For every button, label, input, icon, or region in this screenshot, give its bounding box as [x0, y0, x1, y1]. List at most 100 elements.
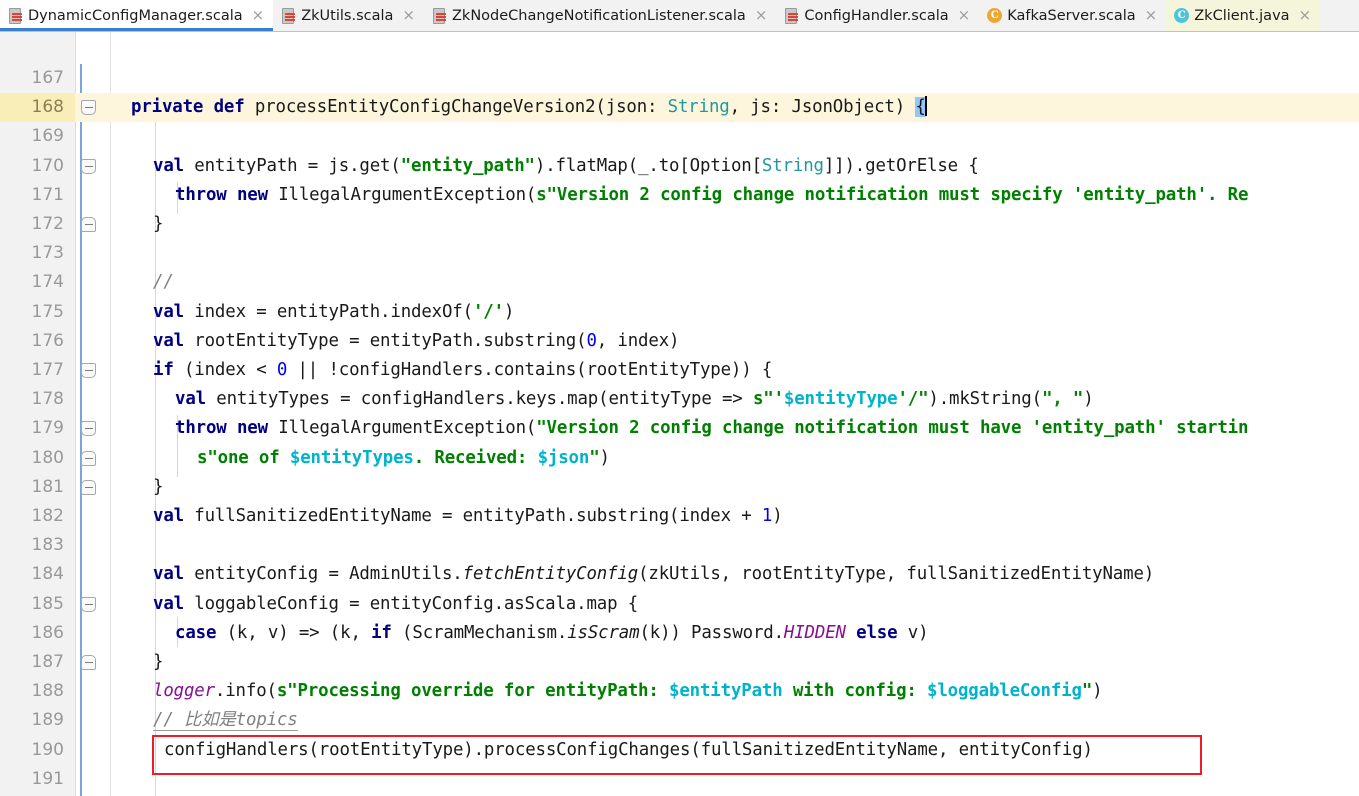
line-number: 169 — [31, 126, 64, 147]
line-content[interactable]: private def processEntityConfigChangeVer… — [131, 93, 927, 122]
code-line-annotated[interactable]: 190 configHandlers(rootEntityType).proce… — [0, 736, 1359, 765]
tab-kafkaserver-scala[interactable]: C KafkaServer.scala × — [979, 0, 1167, 31]
fold-marker-185[interactable] — [81, 596, 96, 612]
tab-label: KafkaServer.scala — [1007, 7, 1136, 24]
tab-label: ZkUtils.scala — [301, 7, 394, 24]
fold-marker-187[interactable] — [81, 655, 96, 670]
line-number: 173 — [31, 243, 64, 264]
line-number: 182 — [31, 506, 64, 526]
code-line[interactable]: 175 val index = entityPath.indexOf('/') — [0, 298, 1359, 327]
code-line[interactable]: 191 — [0, 765, 1359, 794]
line-content[interactable]: throw new IllegalArgumentException(s"Ver… — [175, 181, 1248, 210]
tab-dynamicconfigmanager-scala[interactable]: DynamicConfigManager.scala × — [0, 0, 274, 31]
code-line[interactable]: 180 s"one of $entityTypes. Received: $js… — [0, 444, 1359, 473]
line-content[interactable]: val loggableConfig = entityConfig.asScal… — [153, 590, 638, 619]
line-number: 167 — [31, 68, 64, 88]
line-number: 189 — [31, 710, 64, 731]
line-number: 187 — [31, 652, 64, 672]
tab-zkclient-java[interactable]: C ZkClient.java × — [1166, 0, 1321, 31]
line-content[interactable]: } — [153, 648, 163, 677]
line-content[interactable]: s"one of $entityTypes. Received: $json") — [197, 444, 610, 473]
tab-close-icon[interactable]: × — [252, 8, 265, 23]
scala-class-icon: C — [987, 8, 1003, 23]
code-line[interactable]: 187 } — [0, 648, 1359, 677]
line-content[interactable]: case (k, v) => (k, if (ScramMechanism.is… — [175, 619, 929, 648]
line-content[interactable]: } — [153, 473, 163, 502]
java-class-icon: C — [1174, 8, 1190, 23]
line-content[interactable]: val index = entityPath.indexOf('/') — [153, 298, 514, 327]
code-line[interactable]: 173 — [0, 239, 1359, 268]
code-line[interactable]: 189 // 比如是topics — [0, 706, 1359, 735]
code-line[interactable]: 184 val entityConfig = AdminUtils.fetchE… — [0, 560, 1359, 589]
code-line[interactable]: 183 — [0, 531, 1359, 560]
fold-marker-168[interactable] — [81, 100, 96, 115]
line-content[interactable]: val entityConfig = AdminUtils.fetchEntit… — [153, 560, 1154, 589]
scala-file-icon — [432, 7, 447, 24]
fold-marker-179[interactable] — [81, 421, 96, 437]
line-number: 174 — [31, 272, 64, 293]
line-number: 183 — [31, 535, 64, 556]
line-number: 170 — [31, 155, 64, 176]
tab-close-icon[interactable]: × — [1145, 8, 1158, 23]
line-content[interactable]: val fullSanitizedEntityName = entityPath… — [153, 502, 783, 531]
tab-label: ConfigHandler.scala — [804, 7, 949, 24]
tab-close-icon[interactable]: × — [958, 8, 971, 23]
tab-label: ZkNodeChangeNotificationListener.scala — [451, 7, 746, 24]
tab-zknodechangenotificationlistener-scala[interactable]: ZkNodeChangeNotificationListener.scala × — [423, 0, 777, 31]
line-content[interactable]: // 比如是topics — [153, 706, 298, 735]
fold-marker-170[interactable] — [81, 158, 96, 174]
line-content[interactable]: val entityTypes = configHandlers.keys.ma… — [175, 385, 1094, 414]
editor-tab-bar[interactable]: DynamicConfigManager.scala × ZkUtils.sca… — [0, 0, 1359, 32]
code-editor[interactable]: 167 168 private def processEntityConfigC… — [0, 32, 1359, 796]
scala-file-icon — [784, 7, 799, 24]
line-content[interactable]: val entityPath = js.get("entity_path").f… — [153, 152, 979, 181]
line-content[interactable]: // — [153, 268, 174, 297]
code-line[interactable]: 170 val entityPath = js.get("entity_path… — [0, 152, 1359, 181]
line-content[interactable]: val rootEntityType = entityPath.substrin… — [153, 327, 679, 356]
inline-comment: // 比如是topics — [153, 710, 298, 732]
code-line[interactable]: 171 throw new IllegalArgumentException(s… — [0, 181, 1359, 210]
line-number: 175 — [31, 301, 64, 322]
code-line[interactable]: 174 // — [0, 268, 1359, 297]
scala-file-icon — [8, 7, 23, 24]
line-content[interactable]: throw new IllegalArgumentException("Vers… — [175, 414, 1248, 443]
code-line[interactable]: 179 throw new IllegalArgumentException("… — [0, 414, 1359, 443]
line-content[interactable]: logger.info(s"Processing override for en… — [153, 677, 1103, 706]
fold-marker-180[interactable] — [81, 450, 96, 466]
line-number: 188 — [31, 681, 64, 702]
code-line[interactable]: 185 val loggableConfig = entityConfig.as… — [0, 590, 1359, 619]
code-line[interactable]: 181 } — [0, 473, 1359, 502]
line-number: 177 — [31, 360, 64, 380]
tab-zkutils-scala[interactable]: ZkUtils.scala × — [273, 0, 424, 31]
line-number: 186 — [31, 622, 64, 643]
line-number: 180 — [31, 447, 64, 468]
tab-confighandler-scala[interactable]: ConfigHandler.scala × — [776, 0, 980, 31]
line-number: 168 — [0, 93, 75, 123]
code-line[interactable]: 176 val rootEntityType = entityPath.subs… — [0, 327, 1359, 356]
tab-close-icon[interactable]: × — [402, 8, 415, 23]
line-number: 185 — [31, 593, 64, 614]
fold-marker-172[interactable] — [81, 217, 96, 232]
code-line[interactable]: 167 — [0, 64, 1359, 93]
line-content[interactable]: } — [153, 210, 163, 239]
tab-close-icon[interactable]: × — [1299, 8, 1312, 23]
code-line[interactable]: 169 — [0, 122, 1359, 151]
line-content[interactable]: configHandlers(rootEntityType).processCo… — [164, 736, 1093, 765]
code-line[interactable]: 178 val entityTypes = configHandlers.key… — [0, 385, 1359, 414]
code-line[interactable]: 177 if (index < 0 || !configHandlers.con… — [0, 356, 1359, 385]
code-line[interactable]: 172 } — [0, 210, 1359, 239]
fold-marker-177[interactable] — [81, 363, 96, 378]
line-number: 184 — [31, 564, 64, 585]
tab-label: DynamicConfigManager.scala — [28, 7, 243, 24]
code-line[interactable]: 188 logger.info(s"Processing override fo… — [0, 677, 1359, 706]
code-line[interactable]: 186 case (k, v) => (k, if (ScramMechanis… — [0, 619, 1359, 648]
line-number: 191 — [31, 768, 64, 789]
tab-label: ZkClient.java — [1194, 7, 1290, 24]
line-number: 190 — [31, 739, 64, 760]
fold-marker-181[interactable] — [81, 479, 96, 495]
tab-close-icon[interactable]: × — [755, 8, 768, 23]
line-content[interactable]: if (index < 0 || !configHandlers.contain… — [153, 356, 772, 385]
line-number: 176 — [31, 330, 64, 351]
code-line[interactable]: 182 val fullSanitizedEntityName = entity… — [0, 502, 1359, 531]
code-line-current[interactable]: 168 private def processEntityConfigChang… — [0, 93, 1359, 123]
